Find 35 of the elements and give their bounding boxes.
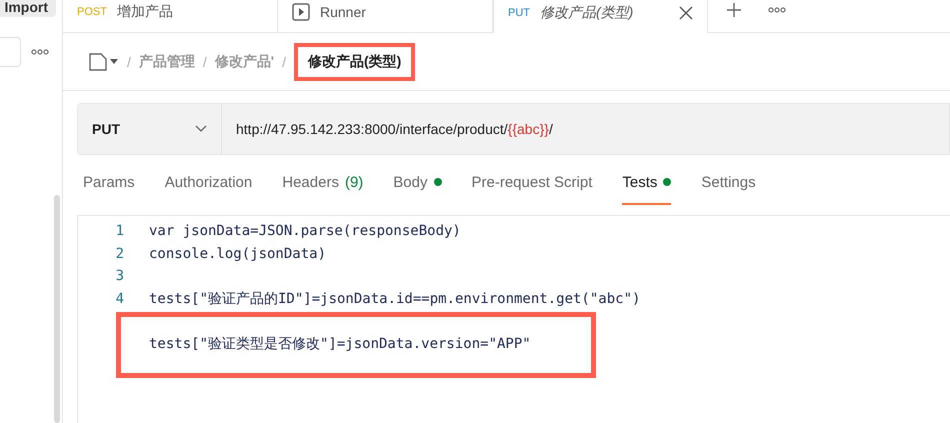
line-number: 1 <box>114 223 124 240</box>
request-option-tab[interactable]: Settings <box>701 167 756 205</box>
request-option-tab[interactable]: Headers (9) <box>282 167 364 205</box>
code-line: console.log(jsonData) <box>149 246 326 262</box>
request-option-tab[interactable]: Body <box>393 167 442 205</box>
line-number: 3 <box>114 268 124 284</box>
breadcrumb-separator: / <box>202 54 207 70</box>
tab-title: 修改产品(类型) <box>540 4 634 22</box>
play-icon <box>292 3 310 21</box>
request-option-tab[interactable]: Params <box>83 167 135 205</box>
code-editor[interactable]: 1 var jsonData=JSON.parse(responseBody) 2 console.log(jsonData) 3 4 tests["验证产品的ID"]=jsonData.id==pm.environment.get("abc") tests["验证类型是否修改"]=jsonData.version="APP" <box>77 215 950 423</box>
current-request-title: 修改产品(类型) <box>294 42 416 80</box>
request-option-tab[interactable]: Authorization <box>164 167 252 205</box>
method-label: POST <box>77 6 107 18</box>
breadcrumb-separator: / <box>282 54 286 70</box>
more-icon[interactable] <box>768 7 786 13</box>
code-line: var jsonData=JSON.parse(responseBody) <box>149 223 461 240</box>
code-line: tests["验证产品的ID"]=jsonData.id==pm.environment.get("abc") <box>149 290 640 308</box>
tab-title: Runner <box>320 4 367 20</box>
scrollbar[interactable] <box>54 195 60 423</box>
line-number: 4 <box>114 290 124 307</box>
more-icon[interactable] <box>31 49 49 55</box>
plus-icon[interactable] <box>726 2 742 18</box>
folder-icon[interactable] <box>89 52 119 70</box>
line-number: 2 <box>114 246 124 262</box>
method-label: PUT <box>508 6 530 18</box>
code-line: tests["验证类型是否修改"]=jsonData.version="APP" <box>149 334 531 353</box>
breadcrumb-separator: / <box>127 54 131 70</box>
search-field[interactable] <box>0 37 21 67</box>
request-tab[interactable]: PUT 修改产品(类型) <box>493 0 708 33</box>
request-option-tab[interactable]: Tests <box>622 167 672 205</box>
tab-title: 增加产品 <box>116 3 174 21</box>
close-icon[interactable] <box>679 6 693 20</box>
request-option-tab[interactable]: Pre-request Script <box>472 167 592 205</box>
import-button[interactable]: Import <box>0 0 56 17</box>
